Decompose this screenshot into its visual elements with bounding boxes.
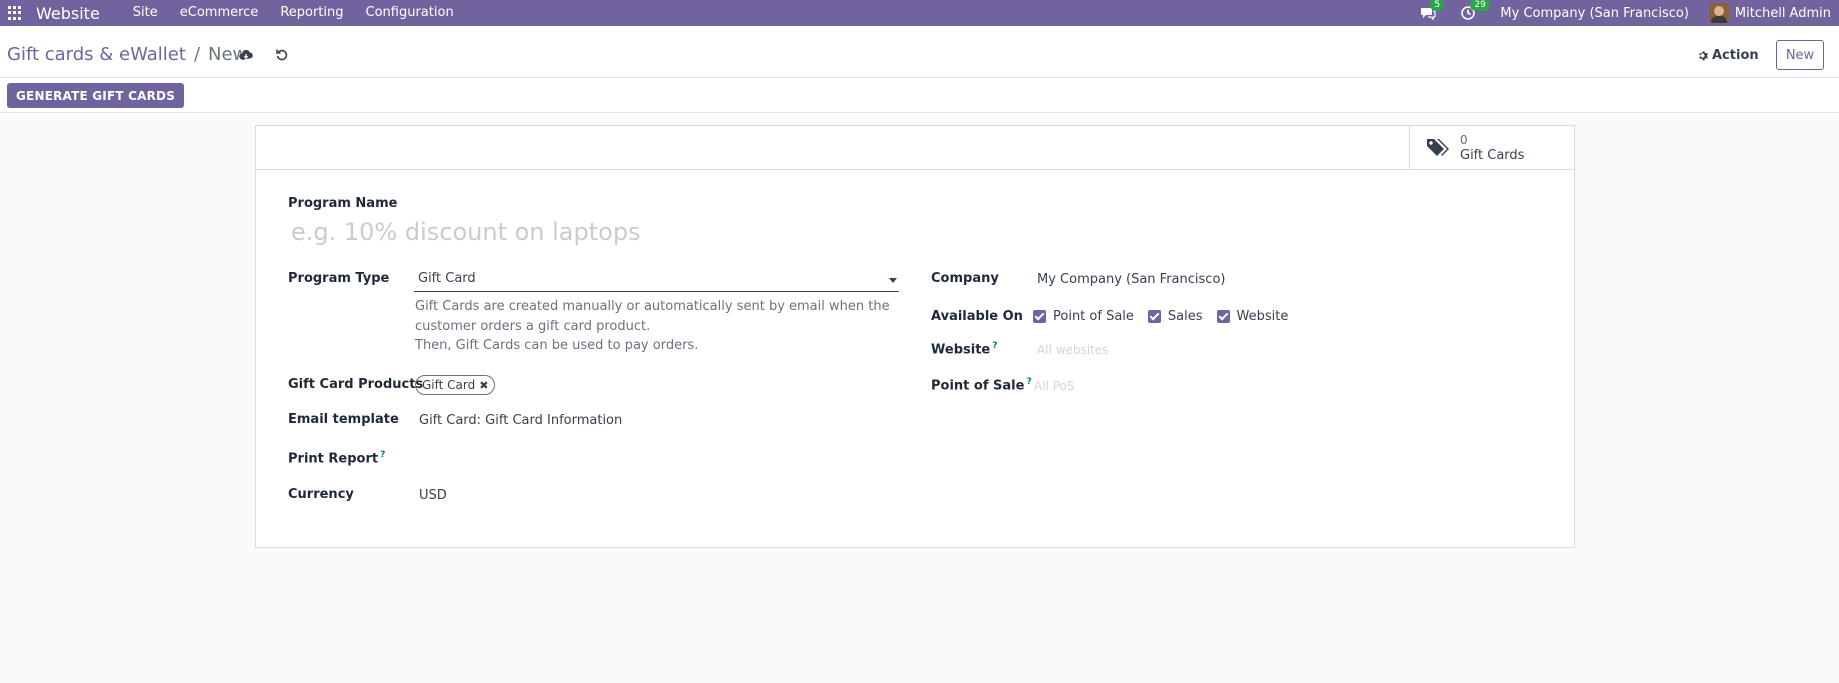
- remove-tag-icon[interactable]: ✖: [479, 379, 488, 392]
- checkbox-label: Sales: [1167, 309, 1203, 324]
- checkbox-checked-icon[interactable]: [1147, 310, 1161, 323]
- gift-card-products-label: Gift Card Products: [288, 377, 424, 392]
- divider: [0, 77, 1839, 78]
- breadcrumb: Gift cards & eWallet / New: [7, 44, 247, 65]
- menu-configuration[interactable]: Configuration: [355, 0, 465, 26]
- program-type-help: Gift Cards are created manually or autom…: [415, 297, 905, 356]
- program-type-help-line-1: Gift Cards are created manually or autom…: [415, 299, 890, 334]
- checkbox-checked-icon[interactable]: [1033, 310, 1046, 323]
- website-label-text: Website: [931, 342, 991, 358]
- website-label: Website?: [931, 341, 997, 357]
- gift-cards-stat-label: Gift Cards: [1460, 148, 1525, 163]
- available-on-checkboxes: Point of Sale Sales Website: [1033, 309, 1302, 324]
- gift-cards-count: 0: [1460, 133, 1468, 147]
- help-question-icon[interactable]: ?: [1026, 377, 1031, 387]
- app-name[interactable]: Website: [36, 4, 100, 23]
- program-type-select[interactable]: Gift Card: [414, 268, 899, 292]
- point-of-sale-field[interactable]: All PoS: [1034, 379, 1074, 393]
- control-panel: [0, 26, 1839, 113]
- point-of-sale-label: Point of Sale?: [931, 377, 1032, 393]
- website-field[interactable]: All websites: [1037, 343, 1108, 357]
- chevron-down-icon: [889, 278, 897, 283]
- activities-clock-icon[interactable]: 29: [1460, 0, 1490, 21]
- program-name-input[interactable]: [291, 218, 1291, 246]
- apps-menu-icon[interactable]: [8, 6, 22, 20]
- tags-icon: [1427, 139, 1449, 156]
- currency-value[interactable]: USD: [419, 488, 447, 503]
- action-label: Action: [1712, 47, 1759, 63]
- messages-count-badge: 5: [1430, 0, 1445, 11]
- print-report-label-text: Print Report: [288, 451, 379, 467]
- generate-gift-cards-button[interactable]: GENERATE GIFT CARDS: [7, 83, 185, 108]
- checkbox-checked-icon[interactable]: [1216, 310, 1230, 323]
- menu-ecommerce[interactable]: eCommerce: [169, 0, 270, 26]
- print-report-label: Print Report?: [288, 450, 385, 466]
- menu-site[interactable]: Site: [122, 0, 169, 26]
- program-type-value: Gift Card: [418, 271, 476, 286]
- save-cloud-icon[interactable]: [238, 47, 254, 63]
- menu-reporting[interactable]: Reporting: [269, 0, 354, 26]
- email-template-value[interactable]: Gift Card: Gift Card Information: [419, 413, 622, 428]
- program-type-label: Program Type: [288, 271, 390, 286]
- gift-card-product-tag: Gift Card ✖: [415, 375, 496, 395]
- action-button[interactable]: Action: [1697, 44, 1759, 66]
- currency-label: Currency: [288, 487, 354, 502]
- gift-cards-stat-button[interactable]: 0 Gift Cards: [1409, 126, 1574, 170]
- breadcrumb-separator: /: [193, 44, 201, 65]
- user-name: Mitchell Admin: [1734, 5, 1831, 21]
- new-button[interactable]: New: [1776, 40, 1824, 70]
- main-menu: Site eCommerce Reporting Configuration: [122, 0, 465, 26]
- pos-label-text: Point of Sale: [931, 378, 1025, 394]
- discard-undo-icon[interactable]: [274, 47, 290, 63]
- email-template-label: Email template: [288, 412, 399, 427]
- help-question-icon[interactable]: ?: [380, 450, 385, 460]
- checkbox-website[interactable]: Website: [1216, 309, 1289, 324]
- button-box: 0 Gift Cards: [256, 126, 1574, 170]
- user-menu[interactable]: Mitchell Admin: [1708, 3, 1831, 23]
- messages-icon[interactable]: 5: [1420, 0, 1445, 21]
- activities-count-badge: 29: [1470, 0, 1490, 11]
- systray: 5 29 My Company (San Francisco) Mitchell…: [1420, 0, 1839, 26]
- available-on-label: Available On: [931, 309, 1023, 324]
- breadcrumb-parent-link[interactable]: Gift cards & eWallet: [7, 44, 186, 65]
- checkbox-label: Point of Sale: [1053, 309, 1134, 324]
- avatar: [1708, 3, 1729, 23]
- help-question-icon[interactable]: ?: [992, 341, 997, 351]
- company-value[interactable]: My Company (San Francisco): [1037, 272, 1225, 287]
- company-label: Company: [931, 271, 999, 286]
- gear-icon: [1699, 50, 1708, 60]
- checkbox-label: Website: [1236, 309, 1289, 324]
- company-switcher[interactable]: My Company (San Francisco): [1500, 6, 1688, 21]
- tag-label: Gift Card: [422, 378, 476, 392]
- checkbox-point-of-sale[interactable]: Point of Sale: [1033, 309, 1134, 324]
- program-name-label: Program Name: [288, 196, 398, 211]
- program-type-help-line-2: Then, Gift Cards can be used to pay orde…: [415, 338, 699, 353]
- top-navbar: Website Site eCommerce Reporting Configu…: [0, 0, 1839, 26]
- checkbox-sales[interactable]: Sales: [1147, 309, 1203, 324]
